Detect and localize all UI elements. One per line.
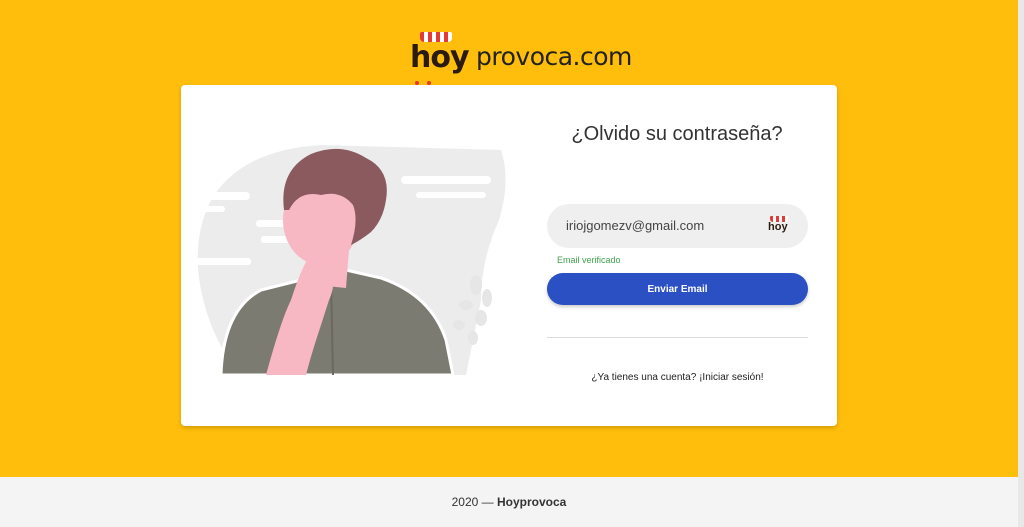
footer: 2020 — Hoyprovoca: [0, 477, 1018, 527]
page-title: ¿Olvido su contraseña?: [571, 123, 783, 145]
brand-logo[interactable]: hoy provoca.com: [410, 30, 632, 85]
logo-suffix: provoca.com: [476, 42, 632, 71]
thinking-person-illustration: [181, 145, 506, 375]
send-email-button[interactable]: Enviar Email: [547, 273, 808, 305]
footer-text: 2020 — Hoyprovoca: [0, 495, 1018, 509]
hoy-store-icon: hoy: [768, 216, 792, 238]
logo-prefix: hoy: [410, 40, 470, 75]
scrollbar[interactable]: [1018, 0, 1024, 527]
email-value[interactable]: iriojgomezv@gmail.com: [566, 218, 704, 233]
email-verified-status: Email verificado: [557, 255, 621, 265]
login-link[interactable]: ¿Ya tienes una cuenta? ¡Iniciar sesión!: [547, 372, 808, 383]
password-reset-card: ¿Olvido su contraseña? iriojgomezv@gmail…: [181, 85, 837, 426]
footer-year: 2020 —: [451, 495, 494, 509]
divider: [547, 337, 808, 338]
footer-brand: Hoyprovoca: [497, 495, 567, 509]
email-field[interactable]: iriojgomezv@gmail.com hoy: [547, 204, 808, 248]
